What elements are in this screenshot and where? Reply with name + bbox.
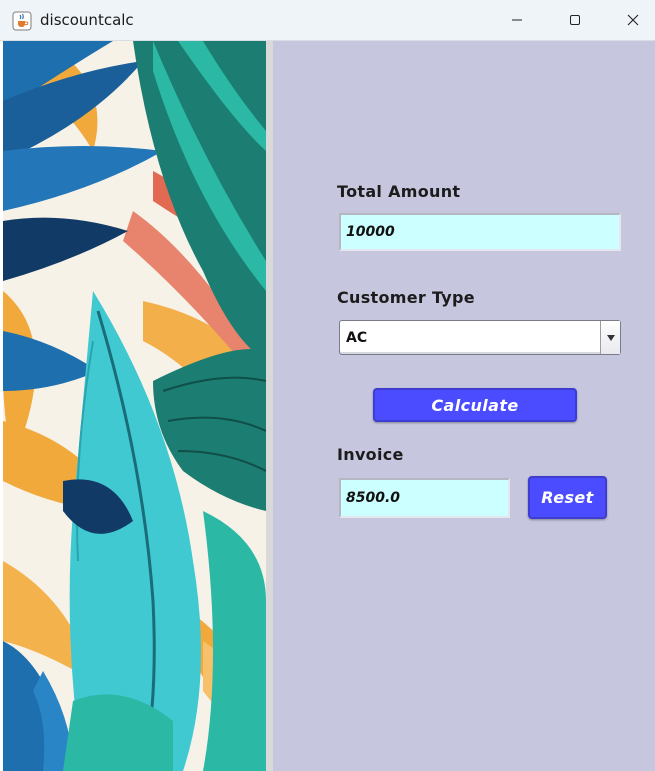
invoice-value: 8500.0	[346, 490, 401, 506]
invoice-field[interactable]: 8500.0	[339, 478, 510, 518]
customer-type-label: Customer Type	[337, 288, 475, 307]
customer-type-selected: AC	[346, 329, 368, 346]
customer-type-dropdown[interactable]: AC	[339, 320, 621, 355]
reset-button[interactable]: Reset	[528, 476, 607, 519]
minimize-icon	[511, 11, 523, 30]
close-icon	[627, 11, 639, 30]
maximize-button[interactable]	[546, 0, 604, 41]
close-button[interactable]	[604, 0, 655, 41]
java-cup-icon	[12, 11, 32, 31]
calculate-button[interactable]: Calculate	[373, 388, 577, 422]
minimize-button[interactable]	[488, 0, 546, 41]
discount-form-panel: Total Amount 10000 Customer Type AC Calc…	[273, 41, 655, 771]
tropical-leaves-illustration	[3, 41, 266, 771]
window-title: discountcalc	[40, 11, 134, 29]
total-amount-label: Total Amount	[337, 182, 461, 201]
panel-divider	[266, 41, 273, 771]
invoice-label: Invoice	[337, 445, 404, 464]
maximize-icon	[569, 11, 581, 30]
total-amount-value: 10000	[346, 224, 395, 240]
chevron-down-icon[interactable]	[600, 321, 620, 354]
window-title-bar[interactable]: discountcalc	[0, 0, 655, 41]
total-amount-field[interactable]: 10000	[339, 213, 621, 251]
